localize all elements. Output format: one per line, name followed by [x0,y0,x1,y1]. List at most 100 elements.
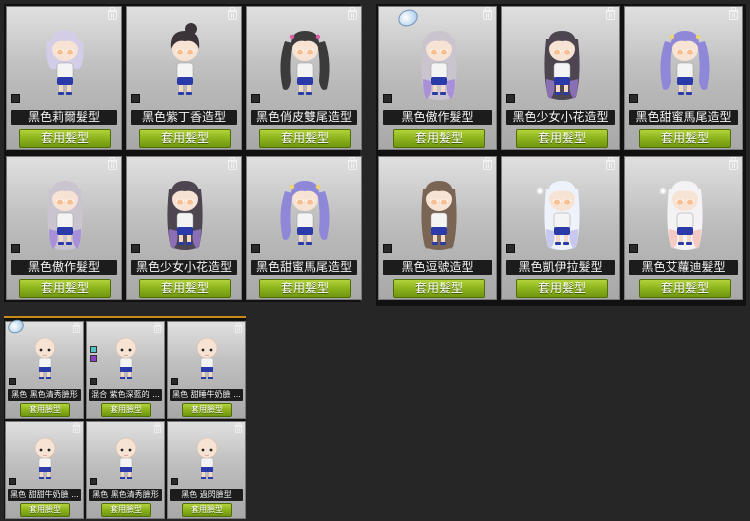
hair-card: 黑色艾蘿迪髮型套用髮型 [624,156,743,300]
select-checkbox[interactable] [90,478,97,485]
hair-card-grid: 黑色傲作髮型 套用髮型 黑色少女小花造型 套用髮型 黑色甜蜜馬尾造型 套用髮型 黑色逗號造型… [378,6,743,300]
apply-hairstyle-button[interactable]: 套用髮型 [19,279,111,298]
select-checkbox[interactable] [629,244,638,253]
hair-card: 黑色傲作髮型套用髮型 [378,6,497,150]
apply-face-button[interactable]: 套用臉型 [20,403,70,417]
trash-icon[interactable] [108,157,117,170]
face-card: 黑色 甜睡牛奶臉 ... 套用臉型 [167,321,246,419]
apply-face-button[interactable]: 套用臉型 [20,503,70,517]
face-avatar [25,330,65,390]
trash-icon[interactable] [234,322,243,333]
hairstyle-name: 黑色凱伊拉髮型 [506,260,615,275]
hairstyle-name: 黑色逗號造型 [383,260,492,275]
face-card: 混合 紫色深藍的 ... 套用臉型 [86,321,165,419]
hairstyle-name: 黑色紫丁香造型 [131,110,237,125]
apply-hairstyle-button[interactable]: 套用髮型 [393,129,485,148]
apply-hairstyle-button[interactable]: 套用髮型 [393,279,485,298]
select-checkbox[interactable] [383,244,392,253]
apply-hairstyle-button[interactable]: 套用髮型 [139,279,231,298]
select-checkbox[interactable] [383,94,392,103]
select-checkbox[interactable] [171,478,178,485]
select-checkbox[interactable] [131,94,140,103]
hairstyle-name: 黑色少女小花造型 [131,260,237,275]
face-card: 黑色 過閃臉型 套用臉型 [167,421,246,519]
hair-avatar [655,169,715,263]
hairstyle-name: 黑色甜蜜馬尾造型 [251,260,357,275]
trash-icon[interactable] [483,157,492,170]
trash-icon[interactable] [729,7,738,20]
select-checkbox[interactable] [90,378,97,385]
trash-icon[interactable] [108,7,117,20]
hairstyle-name: 黑色傲作髮型 [383,110,492,125]
trash-icon[interactable] [348,157,357,170]
hair-avatar [275,19,335,113]
hair-panel-left: 黑色莉爾髮型 套用髮型 黑色紫丁香造型 套用髮型 黑色俏皮雙尾造型 套用髮型 黑色傲作髮型套… [4,4,362,302]
hairstyle-name: 黑色少女小花造型 [506,110,615,125]
select-checkbox[interactable] [11,94,20,103]
trash-icon[interactable] [348,7,357,20]
select-checkbox[interactable] [9,478,16,485]
hair-card: 黑色莉爾髮型套用髮型 [6,6,122,150]
hairstyle-name: 黑色俏皮雙尾造型 [251,110,357,125]
hair-avatar [409,169,469,263]
apply-hairstyle-button[interactable]: 套用髮型 [19,129,111,148]
face-card-grid: 黑色 黑色清秀臉形 套用臉型 混合 紫色深藍的 ... 套用臉型 黑色 甜睡牛奶臉 ..… [5,321,246,519]
hair-avatar [155,19,215,113]
face-card: 黑色 甜甜牛奶臉 ... 套用臉型 [5,421,84,519]
hairstyle-name: 黑色傲作髮型 [11,260,117,275]
face-panel: 黑色 黑色清秀臉形 套用臉型 混合 紫色深藍的 ... 套用臉型 黑色 甜睡牛奶臉 ..… [4,316,246,519]
apply-hairstyle-button[interactable]: 套用髮型 [259,279,351,298]
apply-hairstyle-button[interactable]: 套用髮型 [139,129,231,148]
select-checkbox[interactable] [171,378,178,385]
apply-hairstyle-button[interactable]: 套用髮型 [516,279,608,298]
hairstyle-name: 黑色莉爾髮型 [11,110,117,125]
select-checkbox[interactable] [251,94,260,103]
select-checkbox[interactable] [9,378,16,385]
face-style-name: 黑色 甜甜牛奶臉 ... [8,489,81,501]
hair-card: 黑色甜蜜馬尾造型 套用髮型 [624,6,743,150]
hairstyle-name: 黑色艾蘿迪髮型 [629,260,738,275]
apply-face-button[interactable]: 套用臉型 [101,403,151,417]
select-checkbox[interactable] [506,94,515,103]
hair-card: 黑色俏皮雙尾造型套用髮型 [246,6,362,150]
trash-icon[interactable] [606,157,615,170]
trash-icon[interactable] [153,422,162,433]
sparkle-effect [658,187,667,195]
trash-icon[interactable] [72,422,81,433]
apply-face-button[interactable]: 套用臉型 [182,503,232,517]
trash-icon[interactable] [234,422,243,433]
trash-icon[interactable] [72,322,81,333]
hair-panel-right: 黑色傲作髮型 套用髮型 黑色少女小花造型 套用髮型 黑色甜蜜馬尾造型 套用髮型 黑色逗號造型… [376,4,746,306]
select-checkbox[interactable] [629,94,638,103]
color-swatch [90,355,97,362]
face-avatar [187,330,227,390]
face-style-name: 黑色 過閃臉型 [170,489,243,501]
hair-card: 黑色少女小花造型套用髮型 [126,156,242,300]
color-swatch [90,346,97,353]
apply-face-button[interactable]: 套用臉型 [182,403,232,417]
apply-hairstyle-button[interactable]: 套用髮型 [639,129,731,148]
face-card: 黑色 黑色清秀臉形 套用臉型 [5,321,84,419]
trash-icon[interactable] [729,157,738,170]
apply-face-button[interactable]: 套用臉型 [101,503,151,517]
color-swatches [90,346,97,364]
face-style-name: 黑色 黑色清秀臉形 [8,389,81,401]
hair-card: 黑色傲作髮型套用髮型 [6,156,122,300]
face-avatar [106,330,146,390]
select-checkbox[interactable] [11,244,20,253]
select-checkbox[interactable] [131,244,140,253]
trash-icon[interactable] [483,7,492,20]
apply-hairstyle-button[interactable]: 套用髮型 [516,129,608,148]
apply-hairstyle-button[interactable]: 套用髮型 [639,279,731,298]
select-checkbox[interactable] [506,244,515,253]
trash-icon[interactable] [228,157,237,170]
face-avatar [106,430,146,490]
trash-icon[interactable] [228,7,237,20]
trash-icon[interactable] [606,7,615,20]
select-checkbox[interactable] [251,244,260,253]
trash-icon[interactable] [153,322,162,333]
apply-hairstyle-button[interactable]: 套用髮型 [259,129,351,148]
hair-avatar [35,19,95,113]
hair-card-grid: 黑色莉爾髮型 套用髮型 黑色紫丁香造型 套用髮型 黑色俏皮雙尾造型 套用髮型 黑色傲作髮型套… [6,6,362,300]
hair-avatar [655,19,715,113]
